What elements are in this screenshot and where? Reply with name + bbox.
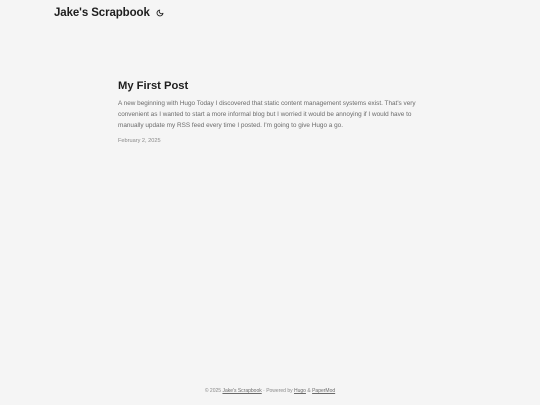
footer-hugo-link[interactable]: Hugo xyxy=(294,388,306,394)
site-title-link[interactable]: Jake's Scrapbook xyxy=(54,7,150,19)
post-summary: A new beginning with Hugo Today I discov… xyxy=(118,100,416,129)
footer-powered-by: · Powered by xyxy=(263,388,293,394)
footer-papermod-link[interactable]: PaperMod xyxy=(312,388,335,394)
site-header: Jake's Scrapbook xyxy=(54,5,486,21)
post-title[interactable]: My First Post xyxy=(118,80,428,92)
footer-copyright: © 2025 xyxy=(204,388,222,394)
post-entry[interactable]: My First Post A new beginning with Hugo … xyxy=(118,80,428,144)
moon-icon[interactable] xyxy=(156,9,165,18)
footer-amp: & xyxy=(307,388,311,394)
footer-site-link[interactable]: Jake's Scrapbook xyxy=(222,388,261,394)
site-footer: © 2025 Jake's Scrapbook · Powered by Hug… xyxy=(0,388,540,394)
page: Jake's Scrapbook My First Post A new beg… xyxy=(0,0,540,405)
post-date: February 2, 2025 xyxy=(118,138,161,145)
